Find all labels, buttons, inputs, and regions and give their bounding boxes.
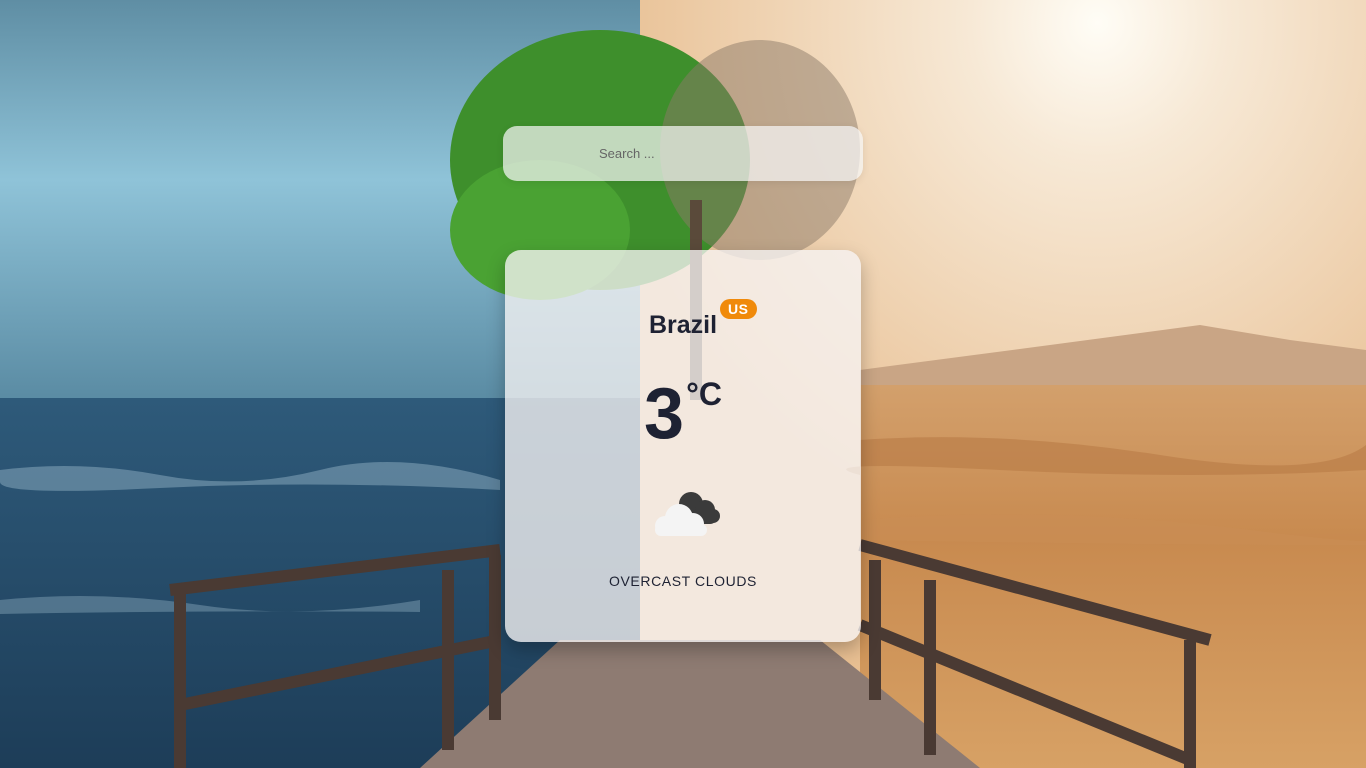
weather-description: OVERCAST CLOUDS xyxy=(609,573,757,589)
location: Brazil US xyxy=(505,299,861,340)
country-badge: US xyxy=(720,299,757,319)
search-input[interactable] xyxy=(503,126,863,181)
overcast-clouds-icon xyxy=(645,488,725,544)
temperature: 3°C xyxy=(505,376,861,450)
temperature-value: 3 xyxy=(644,374,685,454)
search-bar xyxy=(503,126,863,181)
weather-card: Brazil US 3°C OVERCAST CLOUDS xyxy=(505,250,861,642)
city-label: Brazil xyxy=(648,311,718,339)
city-name: Brazil US xyxy=(648,299,757,339)
temperature-unit: °C xyxy=(686,376,722,412)
